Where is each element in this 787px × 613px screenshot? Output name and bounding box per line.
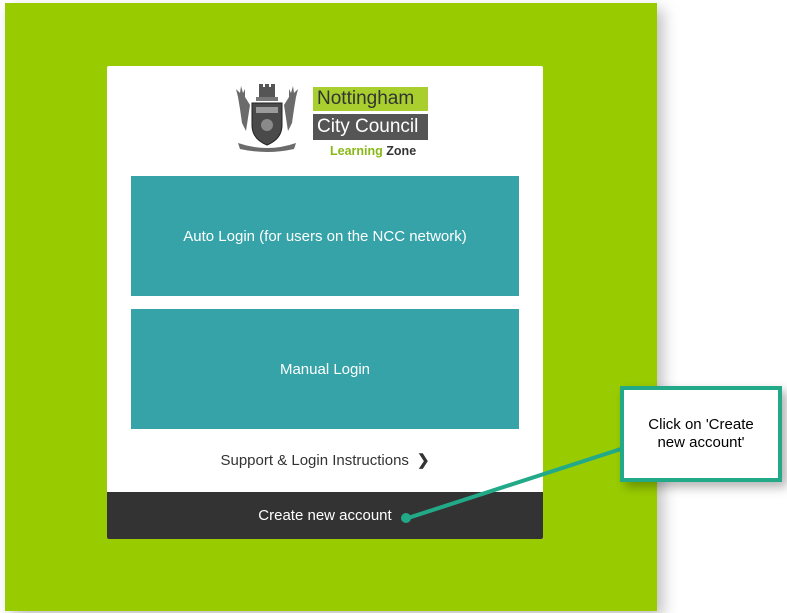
instruction-callout: Click on 'Create new account' [620, 386, 782, 482]
callout-text: Click on 'Create new account' [648, 416, 754, 451]
logo-nottingham: Nottingham [313, 87, 428, 111]
support-login-instructions-link[interactable]: Support & Login Instructions ❯ [107, 451, 543, 469]
chevron-right-icon: ❯ [416, 452, 430, 469]
login-card: Nottingham City Council Learning Zone Au… [107, 66, 543, 539]
logo-learning-zone: Learning Zone [330, 144, 416, 158]
support-link-label: Support & Login Instructions [220, 452, 409, 469]
logo-learning: Learning [330, 144, 383, 158]
create-new-account-button[interactable]: Create new account [107, 492, 543, 539]
logo-zone: Zone [386, 144, 417, 158]
manual-login-button[interactable]: Manual Login [131, 309, 519, 429]
logo-city-council: City Council [313, 114, 428, 140]
auto-login-button[interactable]: Auto Login (for users on the NCC network… [131, 176, 519, 296]
coat-of-arms-icon [236, 84, 298, 152]
council-logo: Nottingham City Council Learning Zone [232, 83, 432, 167]
